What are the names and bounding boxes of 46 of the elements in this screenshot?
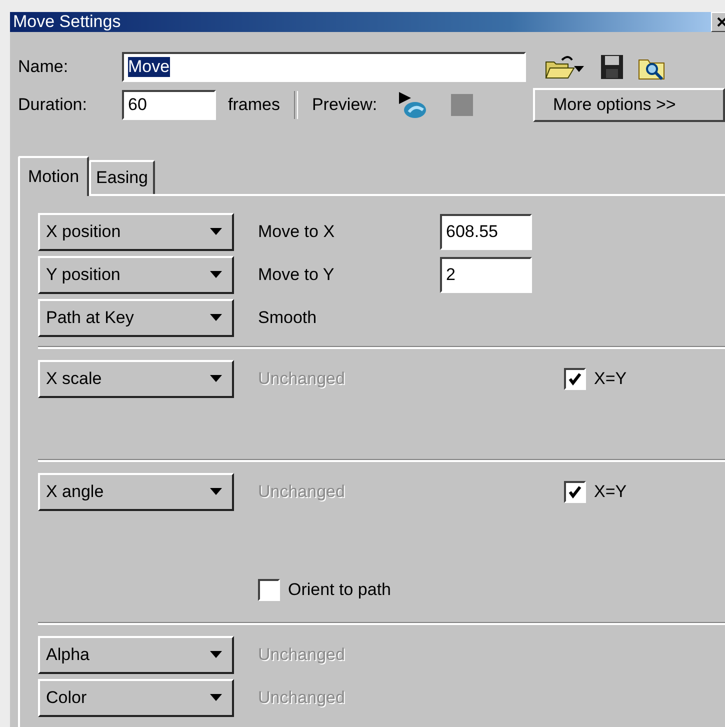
name-label: Name:	[18, 57, 70, 77]
property-value-label: Move to Y	[258, 264, 336, 284]
dropdown-label: X position	[46, 222, 121, 242]
caret-icon	[210, 271, 222, 278]
checkbox[interactable]	[258, 579, 280, 601]
name-field[interactable]: Move	[122, 52, 526, 82]
checkbox-label: Orient to path	[288, 580, 392, 600]
tab[interactable]: Easing	[89, 160, 156, 194]
property-value-label: Move to X	[258, 222, 336, 242]
property-dropdown[interactable]: X position	[38, 212, 234, 250]
property-dropdown[interactable]: Y position	[38, 256, 234, 294]
caret-icon	[210, 228, 222, 235]
more-options-button[interactable]: More options >>	[533, 88, 725, 122]
check-icon	[568, 372, 582, 386]
dropdown-label: Alpha	[46, 644, 90, 664]
window-title: Move Settings	[13, 12, 121, 32]
caret-icon	[210, 694, 222, 701]
duration-label: Duration:	[18, 95, 88, 115]
duration-field[interactable]: 60	[122, 90, 216, 120]
checkbox-label: X=Y	[594, 482, 627, 502]
dropdown-label: X angle	[46, 482, 104, 502]
property-value-label: Smooth	[258, 308, 318, 328]
check-icon	[568, 484, 582, 498]
dropdown-label: Path at Key	[46, 308, 134, 328]
preview-label: Preview:	[312, 95, 378, 115]
close-icon	[717, 17, 725, 27]
value-field[interactable]: 2	[440, 256, 532, 292]
open-folder-icon[interactable]	[544, 54, 586, 80]
property-value-label: Unchanged	[258, 368, 346, 388]
property-value-label: Unchanged	[258, 644, 346, 664]
caret-icon	[210, 488, 222, 495]
dropdown-label: X scale	[46, 368, 102, 388]
dropdown-label: Y position	[46, 264, 120, 284]
value-field[interactable]: 608.55	[440, 214, 532, 250]
caret-icon	[210, 314, 222, 321]
checkbox-label: X=Y	[594, 368, 627, 388]
save-icon[interactable]	[600, 54, 624, 80]
property-value-label: Unchanged	[258, 688, 346, 708]
caret-icon	[210, 651, 222, 658]
dropdown-label: Color	[46, 688, 87, 708]
play-effect-icon[interactable]	[397, 90, 428, 120]
caret-icon	[210, 375, 222, 382]
unit-label: frames	[228, 95, 280, 115]
property-dropdown[interactable]: Path at Key	[38, 298, 234, 336]
property-value-label: Unchanged	[258, 482, 346, 502]
tab[interactable]: Motion	[18, 156, 90, 196]
